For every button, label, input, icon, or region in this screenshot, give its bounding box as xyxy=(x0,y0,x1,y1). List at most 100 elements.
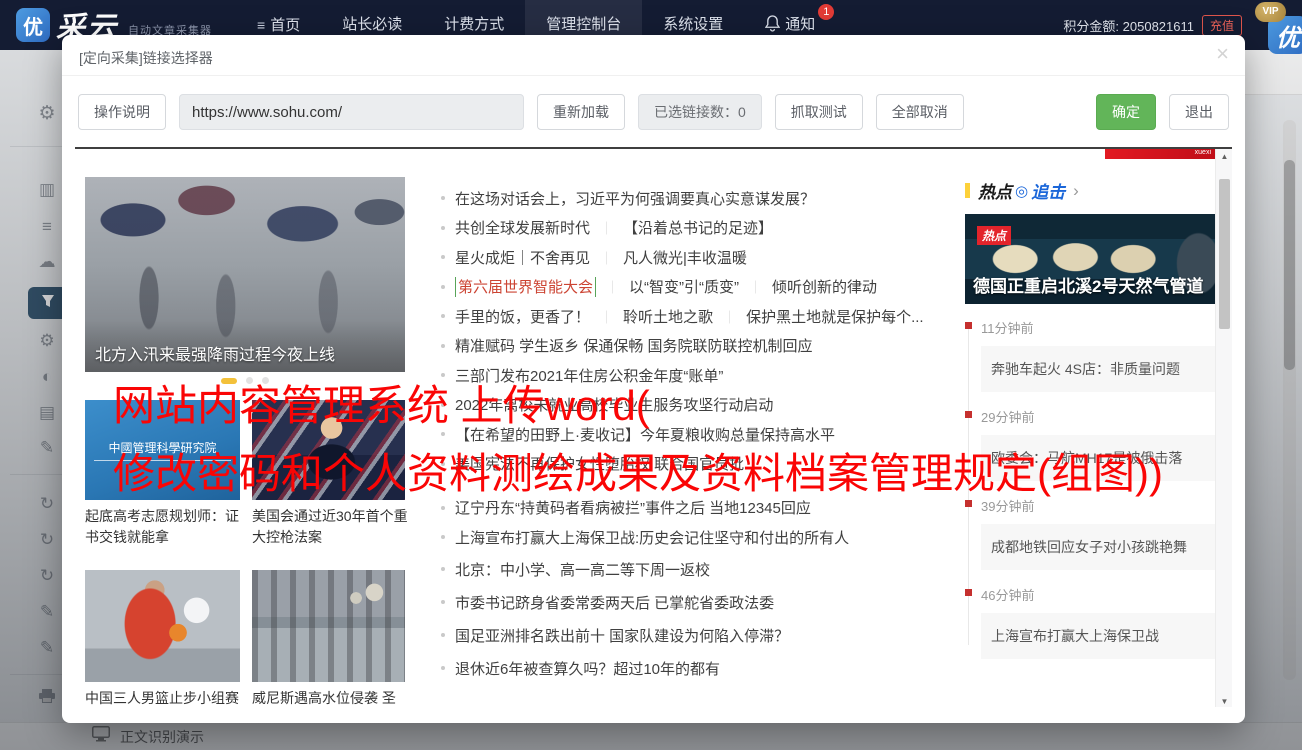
help-button[interactable]: 操作说明 xyxy=(78,94,166,130)
cancel-all-button[interactable]: 全部取消 xyxy=(875,94,964,130)
confirm-button[interactable]: 确定 xyxy=(1096,94,1156,130)
headline-text: 三部门发布2021年住房公积金年度“账单” xyxy=(455,367,724,385)
separator: ｜ xyxy=(600,250,614,266)
headline-item[interactable]: 美国宪法不再保护女性堕胎权 联合国官员批 xyxy=(441,454,946,474)
bullet-icon xyxy=(441,633,445,637)
modal-header-divider xyxy=(62,75,1245,76)
hot-news-header[interactable]: 热点 ◎ 追击 › xyxy=(965,178,1216,203)
timeline-text[interactable]: 成都地铁回应女子对小孩跳艳舞 xyxy=(981,524,1216,570)
timeline-bullet-icon xyxy=(965,589,972,596)
headline-item[interactable]: 精准赋码 学生返乡 保通保畅 国务院联防联控机制回应 xyxy=(441,336,946,356)
scroll-up-icon[interactable]: ▲ xyxy=(1216,152,1232,161)
logo-character: 优 xyxy=(23,16,43,39)
hot-label: 热点 xyxy=(978,183,1012,202)
separator: ｜ xyxy=(606,280,620,295)
yellow-bar-icon xyxy=(965,183,970,198)
notification-badge: 1 xyxy=(818,4,835,20)
chase-label: 追击 xyxy=(1031,183,1066,202)
brand-logo[interactable]: 优 xyxy=(16,8,50,42)
recharge-button[interactable]: 充值 xyxy=(1201,14,1242,36)
bullet-icon xyxy=(441,373,445,377)
iframe-scrollbar-track[interactable]: ▲ ▼ xyxy=(1215,149,1232,707)
headline-item[interactable]: 国足亚洲排名跌出前十 国家队建设为何陷入停滞？ xyxy=(441,625,946,645)
selected-count: 已选链接数：0 xyxy=(638,94,762,130)
reload-button[interactable]: 重新加载 xyxy=(537,94,625,130)
embedded-page: xuexi 北方入汛来最强降雨过程今夜上线 中國管理科學研究院 起底高考志愿规划… xyxy=(75,147,1232,707)
headline-item[interactable]: 【在希望的田野上·麦收记】今年夏粮收购总量保持高水平 xyxy=(441,424,946,444)
hot-badge: 热点 xyxy=(977,226,1012,245)
promo-banner[interactable]: xuexi xyxy=(1105,149,1215,159)
bullet-icon xyxy=(441,461,445,466)
headline-item[interactable]: 共创全球发展新时代 ｜ 【沿着总书记的足迹】 xyxy=(441,218,946,238)
timeline-text[interactable]: 奔驰车起火 4S店：非质量问题 xyxy=(981,346,1216,392)
headline-item[interactable]: 手里的饭，更香了！ ｜ 聆听土地之歌 ｜ 保护黑土地就是保护每个... xyxy=(441,306,946,326)
fetch-test-button[interactable]: 抓取测试 xyxy=(774,94,863,130)
carousel-caption[interactable]: 北方入汛来最强降雨过程今夜上线 xyxy=(95,341,335,365)
news-caption[interactable]: 中国三人男篮止步小组赛 xyxy=(85,688,243,707)
bullet-icon xyxy=(441,600,445,604)
headline-text: 精准赋码 学生返乡 保通保畅 国务院联防联控机制回应 xyxy=(455,338,813,355)
headline-text: 第六届世界智能大会 xyxy=(455,276,597,297)
headline-text: 共创全球发展新时代 xyxy=(455,220,591,237)
news-image-institute[interactable]: 中國管理科學研究院 xyxy=(85,400,240,500)
carousel-dot[interactable] xyxy=(246,377,253,384)
headline-text: 北京：中小学、高一高二等下周一返校 xyxy=(455,561,711,579)
timeline-item[interactable]: 39分钟前 成都地铁回应女子对小孩跳艳舞 xyxy=(965,496,1216,570)
bullet-icon xyxy=(441,314,445,318)
iframe-scrollbar-thumb[interactable] xyxy=(1219,179,1230,329)
bell-icon xyxy=(764,15,781,36)
points-balance: 积分金额: 2050821611 xyxy=(1063,18,1194,34)
bullet-icon xyxy=(441,666,445,670)
timeline-text[interactable]: 欧委会：马航MH17是被俄击落 xyxy=(981,435,1216,481)
scroll-down-icon[interactable]: ▼ xyxy=(1216,697,1232,706)
headline-item[interactable]: 第六届世界智能大会 ｜ 以“智变”引“质变” ｜ 倾听创新的律动 xyxy=(441,276,946,297)
headline-item[interactable]: 北京：中小学、高一高二等下周一返校 xyxy=(441,559,946,579)
exit-button[interactable]: 退出 xyxy=(1169,94,1229,130)
modal-toolbar: 操作说明 重新加载 已选链接数：0 抓取测试 全部取消 确定 退出 xyxy=(78,94,1229,130)
carousel-dot-active[interactable] xyxy=(221,377,237,384)
separator: ｜ xyxy=(749,280,763,295)
bullet-icon xyxy=(441,343,445,348)
news-caption[interactable]: 威尼斯遇高水位侵袭 圣 xyxy=(252,688,410,707)
menu-icon: ≡ xyxy=(257,17,266,33)
news-caption[interactable]: 起底高考志愿规划师：证书交钱就能拿 xyxy=(85,506,243,548)
vip-corner[interactable]: 优 VIP xyxy=(1255,2,1302,54)
bullet-icon xyxy=(441,225,445,230)
timeline-item[interactable]: 29分钟前 欧委会：马航MH17是被俄击落 xyxy=(965,407,1216,481)
bullet-icon xyxy=(441,402,445,407)
headline-item[interactable]: 市委书记跻身省委常委两天后 已掌舵省委政法委 xyxy=(441,592,946,612)
timeline-text[interactable]: 上海宣布打赢大上海保卫战 xyxy=(981,613,1216,659)
timeline-item[interactable]: 46分钟前 上海宣布打赢大上海保卫战 xyxy=(965,585,1216,659)
timeline-bullet-icon xyxy=(965,411,972,418)
headline-item[interactable]: 星火成炬｜不舍再见 ｜ 凡人微光|丰收温暖 xyxy=(441,247,946,267)
headline-item[interactable]: 三部门发布2021年住房公积金年度“账单” xyxy=(441,365,946,385)
headline-text: 国足亚洲排名跌出前十 国家队建设为何陷入停滞？ xyxy=(455,627,790,645)
bullet-icon xyxy=(441,505,445,510)
headline-item[interactable]: 退休近6年被查算久吗？超过10年的都有 xyxy=(441,658,946,678)
headline-item[interactable]: 辽宁丹东“持黄码者看病被拦”事件之后 当地12345回应 xyxy=(441,498,946,518)
close-icon[interactable]: × xyxy=(1216,43,1229,65)
news-caption[interactable]: 美国会通过近30年首个重大控枪法案 xyxy=(252,506,410,548)
hot-news-image[interactable]: 热点 德国正重启北溪2号天然气管道 xyxy=(965,214,1216,304)
hot-timeline: 11分钟前 奔驰车起火 4S店：非质量问题 29分钟前 欧委会：马航MH17是被俄击落… xyxy=(965,318,1216,659)
headline-item[interactable]: 2022年离校未就业高校毕业生服务攻坚行动启动 xyxy=(441,395,946,415)
link-selector-modal: [定向采集]链接选择器 × 操作说明 重新加载 已选链接数：0 抓取测试 全部取… xyxy=(62,35,1245,723)
carousel-photo[interactable]: 北方入汛来最强降雨过程今夜上线 xyxy=(85,177,405,372)
hot-news-caption[interactable]: 德国正重启北溪2号天然气管道 xyxy=(973,272,1203,297)
news-image-biden[interactable] xyxy=(252,400,405,500)
headline-text: 聆听土地之歌 xyxy=(623,308,714,326)
institute-sign-text: 中國管理科學研究院 xyxy=(94,439,231,461)
headline-item[interactable]: 在这场对话会上，习近平为何强调要真心实意谋发展？ xyxy=(441,188,946,208)
bullet-icon xyxy=(441,535,445,539)
carousel-dot[interactable] xyxy=(262,377,269,384)
timeline-item[interactable]: 11分钟前 奔驰车起火 4S店：非质量问题 xyxy=(965,318,1216,392)
separator: ｜ xyxy=(600,309,614,325)
headline-column: 在这场对话会上，习近平为何强调要真心实意谋发展？ 共创全球发展新时代 ｜ 【沿着总书记… xyxy=(441,149,946,691)
url-input[interactable] xyxy=(179,94,524,130)
news-image-basketball[interactable] xyxy=(85,570,240,682)
headline-item[interactable]: 上海宣布打赢大上海保卫战:历史会记住坚守和付出的所有人 xyxy=(441,527,946,547)
bullet-icon xyxy=(441,432,445,436)
bullet-icon xyxy=(441,196,445,200)
separator: ｜ xyxy=(600,221,614,236)
news-image-venice[interactable] xyxy=(252,570,405,682)
